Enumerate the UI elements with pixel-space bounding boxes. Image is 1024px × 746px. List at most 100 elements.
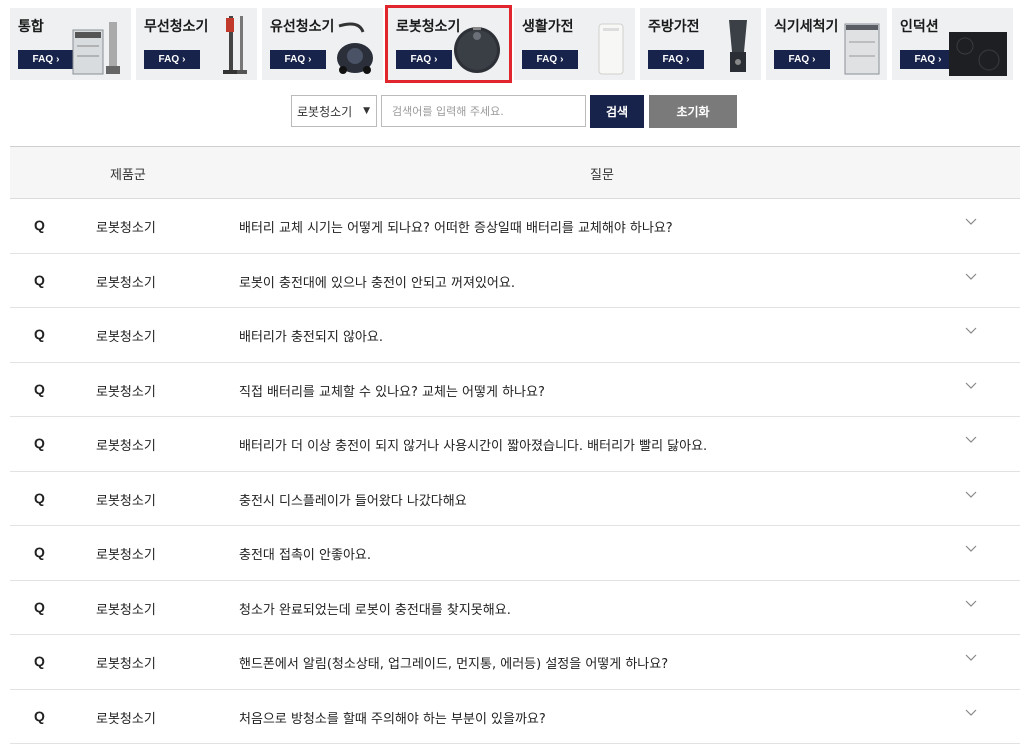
- category-tab-kitchen-appliance[interactable]: 주방가전 FAQ ›: [640, 8, 761, 80]
- category-tab-corded-vacuum[interactable]: 유선청소기 FAQ ›: [262, 8, 383, 80]
- blender-icon: [729, 20, 747, 72]
- table-row[interactable]: Q 로봇청소기 직접 배터리를 교체할 수 있나요? 교체는 어떻게 하나요?: [10, 363, 1020, 417]
- chevron-right-icon: ›: [938, 54, 942, 65]
- chevron-down-icon[interactable]: [964, 215, 978, 229]
- table-row[interactable]: Q 로봇청소기 처음으로 방청소를 할때 주의해야 하는 부분이 있을까요?: [10, 690, 1020, 744]
- row-category: 로봇청소기: [96, 384, 156, 400]
- air-purifier-icon: [598, 23, 624, 75]
- row-category: 로봇청소기: [96, 275, 156, 291]
- table-row[interactable]: Q 로봇청소기 로봇이 충전대에 있으나 충전이 안되고 꺼져있어요.: [10, 254, 1020, 308]
- table-body: Q 로봇청소기 배터리 교체 시기는 어떻게 되나요? 어떠한 증상일때 배터리를 …: [10, 199, 1020, 744]
- dishwasher-bundle-icon: [72, 22, 120, 75]
- chevron-right-icon: ›: [182, 54, 186, 65]
- row-question: 로봇이 충전대에 있으나 충전이 안되고 꺼져있어요.: [239, 275, 515, 291]
- search-button[interactable]: 검색: [590, 95, 644, 128]
- q-marker: Q: [34, 380, 45, 397]
- induction-cooktop-icon: [949, 32, 1007, 76]
- q-marker: Q: [34, 544, 45, 560]
- chevron-down-icon[interactable]: [964, 433, 978, 447]
- dishwasher-icon: [844, 23, 880, 75]
- q-marker: Q: [34, 271, 45, 288]
- chevron-right-icon: ›: [56, 54, 60, 65]
- table-row[interactable]: Q 로봇청소기 충전시 디스플레이가 들어왔다 나갔다해요: [10, 472, 1020, 526]
- table-row[interactable]: Q 로봇청소기 충전대 접촉이 안좋아요.: [10, 526, 1020, 581]
- category-label: 생활가전: [522, 19, 574, 35]
- row-question: 직접 배터리를 교체할 수 있나요? 교체는 어떻게 하나요?: [239, 384, 545, 400]
- chevron-right-icon: ›: [686, 54, 690, 65]
- chevron-down-icon[interactable]: [964, 270, 978, 284]
- row-category: 로봇청소기: [96, 711, 156, 727]
- category-tab-dishwasher[interactable]: 식기세척기 FAQ ›: [766, 8, 887, 80]
- row-category: 로봇청소기: [96, 602, 156, 618]
- q-marker: Q: [34, 598, 45, 615]
- faq-button[interactable]: FAQ ›: [396, 50, 452, 69]
- canister-vacuum-icon: [337, 22, 373, 74]
- chevron-down-icon[interactable]: [964, 651, 978, 665]
- category-tab-cordless-vacuum[interactable]: 무선청소기 FAQ ›: [136, 8, 257, 80]
- row-question: 충전대 접촉이 안좋아요.: [239, 548, 371, 563]
- faq-button[interactable]: FAQ ›: [774, 50, 830, 69]
- row-category: 로봇청소기: [96, 657, 156, 672]
- chevron-down-icon[interactable]: [964, 706, 978, 720]
- category-strip: 통합 FAQ › 무선청소기 FAQ › 유선청소기 FAQ › 로봇청소기 F…: [10, 5, 1018, 83]
- table-row[interactable]: Q 로봇청소기 핸드폰에서 알림(청소상태, 업그레이드, 먼지통, 에러등) 설정…: [10, 635, 1020, 690]
- table-header: 제품군 질문: [10, 146, 1020, 199]
- chevron-right-icon: ›: [560, 54, 564, 65]
- q-marker: Q: [34, 435, 45, 451]
- robot-vacuum-icon: [454, 27, 500, 73]
- chevron-down-icon[interactable]: [964, 597, 978, 611]
- faq-button[interactable]: FAQ ›: [270, 50, 326, 69]
- category-tab-induction[interactable]: 인덕션 FAQ ›: [892, 8, 1013, 80]
- chevron-down-icon[interactable]: [964, 379, 978, 393]
- reset-button[interactable]: 초기화: [649, 95, 737, 128]
- row-category: 로봇청소기: [96, 493, 156, 509]
- category-tab-all[interactable]: 통합 FAQ ›: [10, 8, 131, 80]
- row-question: 배터리가 충전되지 않아요.: [239, 330, 383, 345]
- category-label: 주방가전: [648, 19, 700, 35]
- row-question: 처음으로 방청소를 할때 주의해야 하는 부분이 있을까요?: [239, 711, 546, 727]
- chevron-down-icon[interactable]: [964, 542, 978, 556]
- faq-button[interactable]: FAQ ›: [522, 50, 578, 69]
- chevron-right-icon: ›: [812, 54, 816, 65]
- chevron-down-icon[interactable]: [964, 488, 978, 502]
- q-marker: Q: [34, 326, 45, 342]
- row-question: 배터리 교체 시기는 어떻게 되나요? 어떠한 증상일때 배터리를 교체해야 하…: [239, 221, 673, 236]
- stick-vacuum-icon: [223, 16, 247, 74]
- faq-button[interactable]: FAQ ›: [18, 50, 74, 69]
- chevron-down-icon[interactable]: [964, 324, 978, 338]
- q-marker: Q: [34, 707, 45, 724]
- row-category: 로봇청소기: [96, 330, 156, 345]
- faq-button[interactable]: FAQ ›: [144, 50, 200, 69]
- category-label: 통합: [18, 19, 44, 35]
- chevron-right-icon: ›: [434, 54, 438, 65]
- category-label: 인덕션: [900, 19, 939, 35]
- column-header-question: 질문: [590, 168, 614, 183]
- category-select[interactable]: 로봇청소기 ▼: [291, 95, 377, 127]
- row-category: 로봇청소기: [96, 221, 156, 236]
- table-row[interactable]: Q 로봇청소기 배터리 교체 시기는 어떻게 되나요? 어떠한 증상일때 배터리를 …: [10, 199, 1020, 254]
- search-input[interactable]: [381, 95, 586, 127]
- row-question: 배터리가 더 이상 충전이 되지 않거나 사용시간이 짧아졌습니다. 배터리가 …: [239, 439, 708, 454]
- table-row[interactable]: Q 로봇청소기 청소가 완료되었는데 로봇이 충전대를 찾지못해요.: [10, 581, 1020, 635]
- chevron-right-icon: ›: [308, 54, 312, 65]
- row-question: 충전시 디스플레이가 들어왔다 나갔다해요: [239, 493, 467, 509]
- category-label: 식기세척기: [774, 19, 839, 35]
- category-label: 유선청소기: [270, 19, 335, 35]
- column-header-category: 제품군: [110, 168, 146, 183]
- row-category: 로봇청소기: [96, 548, 156, 563]
- q-marker: Q: [34, 653, 45, 669]
- faq-button[interactable]: FAQ ›: [900, 50, 956, 69]
- category-tab-robot-vacuum[interactable]: 로봇청소기 FAQ ›: [385, 5, 512, 83]
- table-row[interactable]: Q 로봇청소기 배터리가 충전되지 않아요.: [10, 308, 1020, 363]
- table-row[interactable]: Q 로봇청소기 배터리가 더 이상 충전이 되지 않거나 사용시간이 짧아졌습니다.…: [10, 417, 1020, 472]
- q-marker: Q: [34, 217, 45, 233]
- row-category: 로봇청소기: [96, 439, 156, 454]
- faq-table: 제품군 질문 Q 로봇청소기 배터리 교체 시기는 어떻게 되나요? 어떠한 증상일…: [10, 146, 1020, 744]
- row-question: 핸드폰에서 알림(청소상태, 업그레이드, 먼지통, 에러등) 설정을 어떻게 …: [239, 657, 669, 672]
- faq-button[interactable]: FAQ ›: [648, 50, 704, 69]
- q-marker: Q: [34, 489, 45, 506]
- category-label: 무선청소기: [144, 19, 209, 35]
- row-question: 청소가 완료되었는데 로봇이 충전대를 찾지못해요.: [239, 602, 511, 618]
- chevron-down-icon: ▼: [363, 106, 370, 116]
- category-tab-living-appliance[interactable]: 생활가전 FAQ ›: [514, 8, 635, 80]
